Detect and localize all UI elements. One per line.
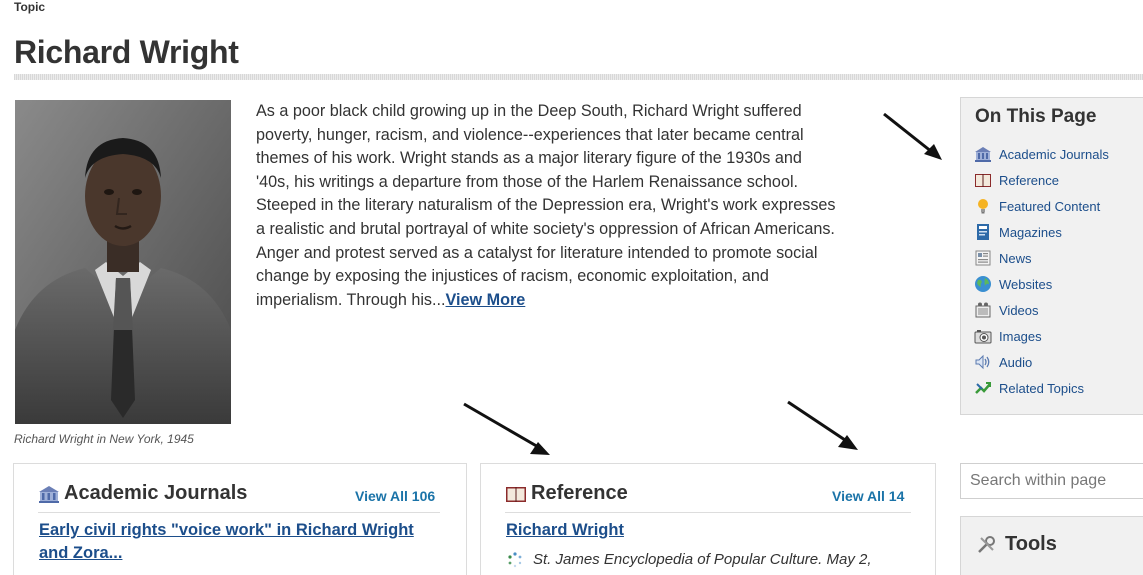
otp-item-label: Reference xyxy=(999,172,1059,188)
related-topics-icon xyxy=(974,379,992,397)
otp-item-label: Websites xyxy=(999,276,1053,292)
otp-item-images[interactable]: Images xyxy=(974,323,1109,349)
speaker-icon xyxy=(974,353,992,371)
portrait-caption: Richard Wright in New York, 1945 xyxy=(14,432,194,446)
otp-item-videos[interactable]: Videos xyxy=(974,297,1109,323)
academic-journals-title: Academic Journals xyxy=(64,482,248,504)
reference-heading: Reference xyxy=(505,482,628,505)
tools-panel: Tools xyxy=(960,516,1143,575)
on-this-page-panel: On This Page Academic Journals Reference… xyxy=(960,97,1143,415)
academic-journals-section: Academic Journals View All 106 Early civ… xyxy=(13,463,467,575)
annotation-arrow xyxy=(883,112,942,160)
tools-icon xyxy=(975,534,997,556)
view-all-reference-link[interactable]: View All 14 xyxy=(832,488,904,504)
view-all-academic-journals-link[interactable]: View All 106 xyxy=(355,488,435,504)
reference-title: Reference xyxy=(531,482,628,504)
otp-item-websites[interactable]: Websites xyxy=(974,271,1109,297)
otp-item-academic-journals[interactable]: Academic Journals xyxy=(974,141,1109,167)
summary-text: As a poor black child growing up in the … xyxy=(256,102,836,309)
on-this-page-list: Academic Journals Reference Featured Con… xyxy=(974,141,1109,401)
otp-item-reference[interactable]: Reference xyxy=(974,167,1109,193)
topic-label: Topic xyxy=(14,0,46,14)
otp-item-label: Related Topics xyxy=(999,380,1085,396)
reference-source: St. James Encyclopedia of Popular Cultur… xyxy=(507,551,872,568)
annotation-arrow xyxy=(787,400,858,450)
academic-journals-heading: Academic Journals xyxy=(38,482,247,505)
reference-book-icon xyxy=(974,171,992,189)
tools-heading: Tools xyxy=(975,533,1057,556)
otp-item-label: Magazines xyxy=(999,224,1062,240)
academic-journal-article-link[interactable]: Early civil rights "voice work" in Richa… xyxy=(39,519,419,565)
otp-item-audio[interactable]: Audio xyxy=(974,349,1109,375)
otp-item-label: Audio xyxy=(999,354,1033,370)
loading-spinner-icon xyxy=(507,551,523,568)
reference-book-icon xyxy=(505,484,527,504)
otp-item-magazines[interactable]: Magazines xyxy=(974,219,1109,245)
reference-source-text: St. James Encyclopedia of Popular Cultur… xyxy=(533,551,872,568)
tools-title: Tools xyxy=(1005,533,1057,555)
video-icon xyxy=(974,301,992,319)
magazine-icon xyxy=(974,223,992,241)
section-divider xyxy=(38,512,440,513)
otp-item-related-topics[interactable]: Related Topics xyxy=(974,375,1109,401)
reference-section: Reference View All 14 Richard Wright St.… xyxy=(480,463,936,575)
otp-item-label: Featured Content xyxy=(999,198,1101,214)
view-more-link[interactable]: View More xyxy=(446,291,526,309)
otp-item-label: Images xyxy=(999,328,1042,344)
on-this-page-title: On This Page xyxy=(975,106,1097,127)
camera-icon xyxy=(974,327,992,345)
page-title: Richard Wright xyxy=(14,34,239,70)
academic-journals-icon xyxy=(974,145,992,163)
otp-item-label: News xyxy=(999,250,1032,266)
otp-item-news[interactable]: News xyxy=(974,245,1109,271)
otp-item-featured-content[interactable]: Featured Content xyxy=(974,193,1109,219)
otp-item-label: Videos xyxy=(999,302,1039,318)
annotation-arrow xyxy=(463,402,550,455)
newspaper-icon xyxy=(974,249,992,267)
reference-article-link[interactable]: Richard Wright xyxy=(506,519,624,542)
topic-summary: As a poor black child growing up in the … xyxy=(256,100,836,312)
otp-item-label: Academic Journals xyxy=(999,146,1109,162)
section-divider xyxy=(505,512,911,513)
search-within-page-input[interactable] xyxy=(960,463,1143,499)
title-divider xyxy=(14,74,1143,80)
globe-icon xyxy=(974,275,992,293)
lightbulb-icon xyxy=(974,197,992,215)
portrait-photo xyxy=(15,100,231,424)
academic-journals-icon xyxy=(38,484,60,504)
